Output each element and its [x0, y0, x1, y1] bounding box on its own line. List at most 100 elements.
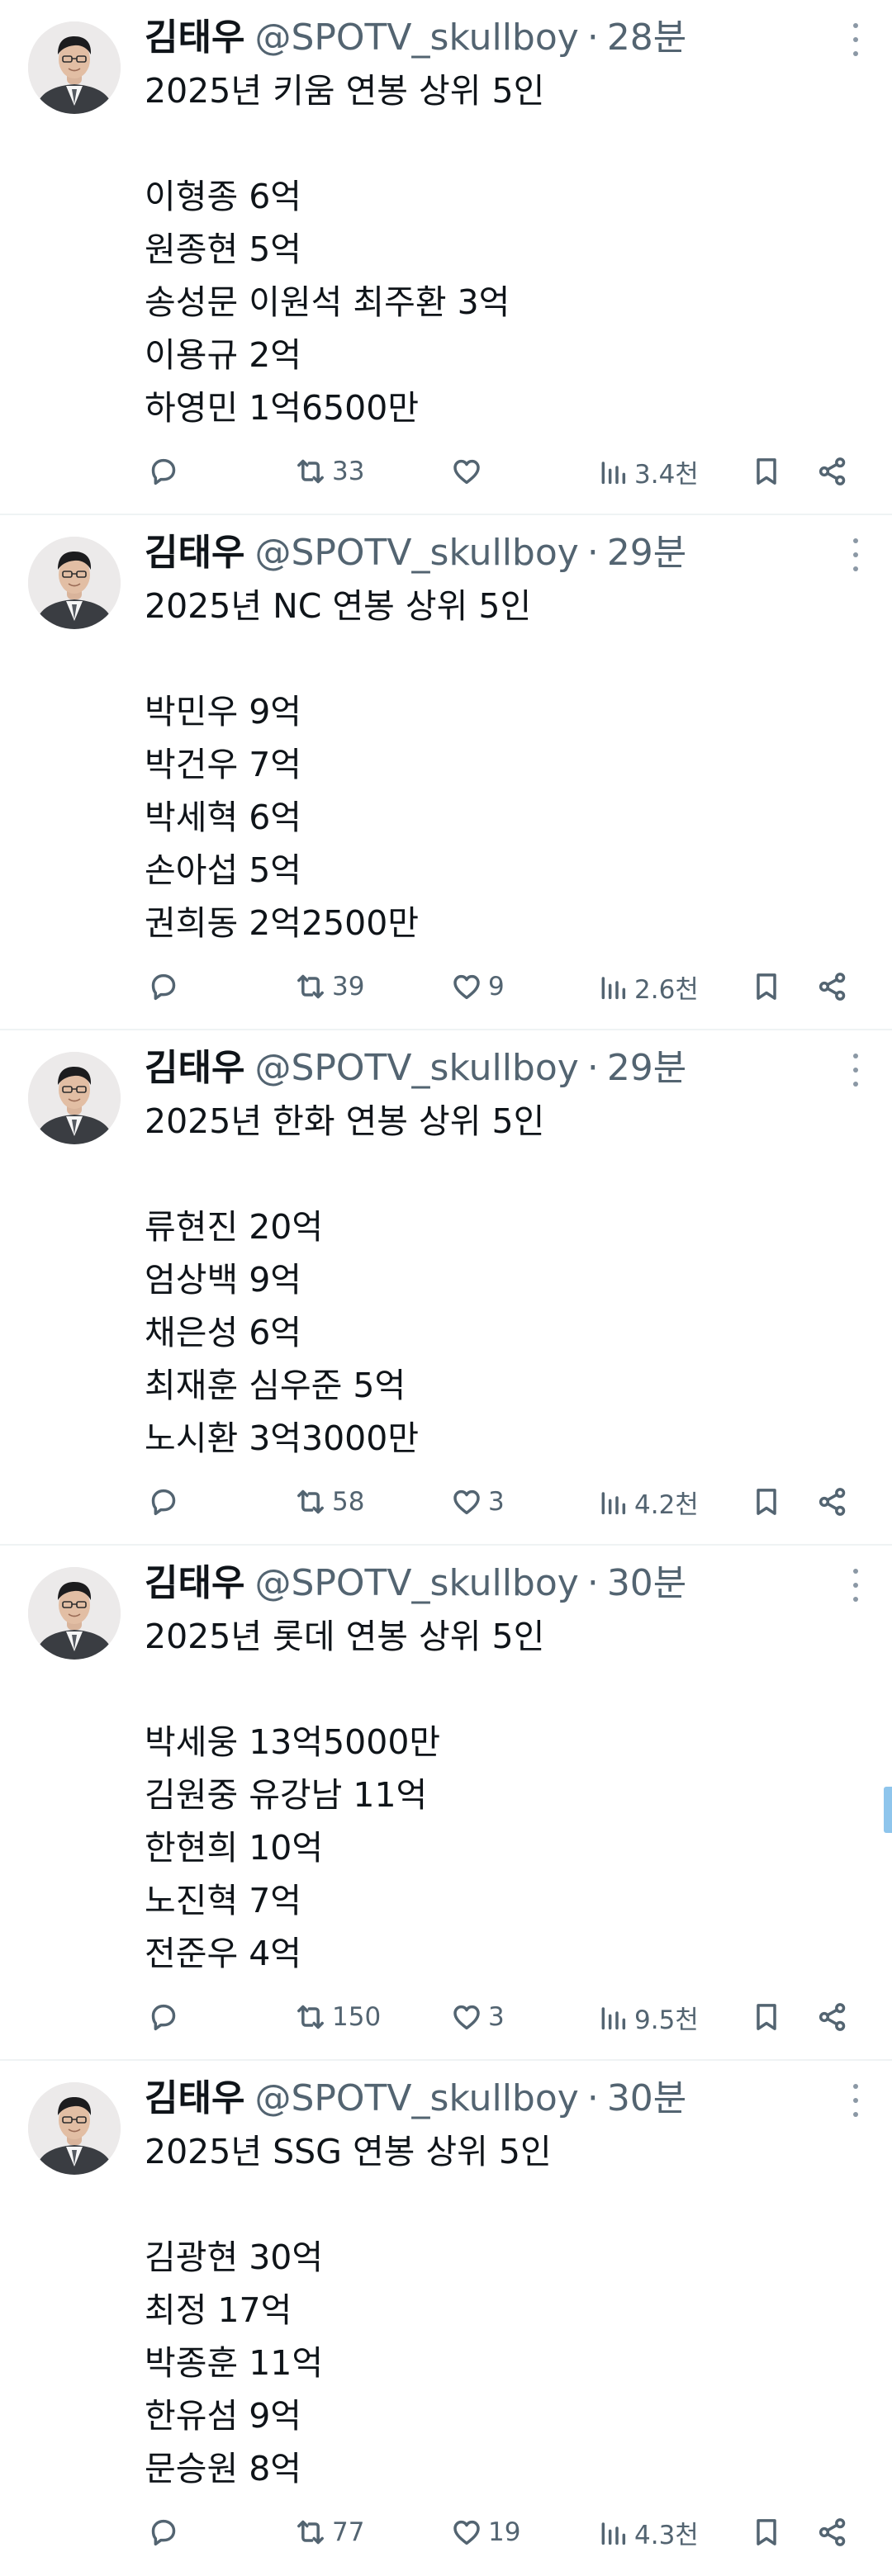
author-handle[interactable]: @SPOTV_skullboy [254, 1560, 578, 1607]
tweet-text-line: 박종훈 11억 [145, 2343, 324, 2383]
author-name[interactable]: 김태우 [145, 530, 244, 576]
author-name[interactable]: 김태우 [145, 15, 244, 61]
bookmark-button[interactable] [750, 1996, 783, 2039]
bookmark-icon [757, 2519, 776, 2545]
bookmark-icon [757, 1489, 776, 1515]
author-name[interactable]: 김태우 [145, 1560, 244, 1607]
retweet-icon [297, 974, 324, 999]
tweet-text-line: 류현진 20억 [145, 1207, 324, 1247]
more-icon[interactable] [847, 2084, 864, 2117]
more-icon[interactable] [847, 1569, 864, 1602]
tweet-text-line: 최재훈 심우준 5억 [145, 1366, 406, 1405]
tweet-text-line: 이형종 6억 [145, 177, 301, 216]
share-button[interactable] [816, 450, 849, 493]
tweet-text-line: 김원중 유강남 11억 [145, 1775, 428, 1815]
heart-icon [453, 2520, 480, 2545]
like-button[interactable] [450, 450, 488, 493]
tweet-text-line: 손아섭 5억 [145, 850, 301, 890]
bookmark-icon [757, 2004, 776, 2030]
tweet-text-line: 전준우 4억 [145, 1934, 301, 1973]
views-button[interactable]: 4.2천 [596, 1480, 699, 1523]
heart-icon [453, 1489, 480, 1515]
tweet-text-line: 2025년 NC 연봉 상위 5인 [145, 586, 532, 626]
tweet-text-line: 엄상백 9억 [145, 1260, 301, 1300]
tweet[interactable]: 김태우 @SPOTV_skullboy · 28분 2025년 키움 연봉 상위… [0, 0, 892, 515]
action-bar: 77 19 4.3천 [0, 2511, 892, 2554]
avatar[interactable] [28, 1567, 121, 1660]
share-icon [818, 2003, 846, 2031]
bookmark-button[interactable] [750, 450, 783, 493]
like-button[interactable]: 3 [450, 1996, 505, 2039]
author-handle[interactable]: @SPOTV_skullboy [254, 1045, 578, 1091]
views-button[interactable]: 2.6천 [596, 965, 699, 1008]
scrollbar-thumb[interactable] [884, 1787, 892, 1833]
timestamp[interactable]: 30분 [607, 1560, 686, 1607]
author-handle[interactable]: @SPOTV_skullboy [254, 530, 578, 576]
reply-button[interactable] [147, 1996, 185, 2039]
author-handle[interactable]: @SPOTV_skullboy [254, 2076, 578, 2122]
tweet-text-line: 원종현 5억 [145, 230, 301, 269]
retweet-button[interactable]: 39 [294, 965, 364, 1008]
more-icon[interactable] [847, 23, 864, 56]
avatar-image [28, 2082, 121, 2175]
tweet-text-line: 최정 17억 [145, 2290, 292, 2330]
tweet[interactable]: 김태우 @SPOTV_skullboy · 30분 2025년 SSG 연봉 상… [0, 2061, 892, 2576]
reply-button[interactable] [147, 450, 185, 493]
like-button[interactable]: 3 [450, 1480, 505, 1523]
avatar[interactable] [28, 1052, 121, 1144]
share-button[interactable] [816, 965, 849, 1008]
share-button[interactable] [816, 1996, 849, 2039]
retweet-count: 77 [332, 2517, 365, 2547]
bookmark-button[interactable] [750, 1480, 783, 1523]
bookmark-button[interactable] [750, 965, 783, 1008]
views-button[interactable]: 3.4천 [596, 450, 699, 493]
tweet-text-line: 한현희 10억 [145, 1828, 324, 1868]
tweet-text-line: 한유섬 9억 [145, 2396, 301, 2436]
tweet-header: 김태우 @SPOTV_skullboy · 29분 [145, 530, 686, 576]
tweet[interactable]: 김태우 @SPOTV_skullboy · 29분 2025년 NC 연봉 상위… [0, 515, 892, 1030]
timestamp[interactable]: 30분 [607, 2076, 686, 2122]
share-button[interactable] [816, 1480, 849, 1523]
timestamp[interactable]: 28분 [607, 15, 686, 61]
tweet-text: 2025년 롯데 연봉 상위 5인 박세웅 13억5000만 김원중 유강남 11억… [145, 1610, 855, 1980]
views-button[interactable]: 9.5천 [596, 1996, 699, 2039]
reply-button[interactable] [147, 2511, 185, 2554]
bookmark-button[interactable] [750, 2511, 783, 2554]
view-count: 4.2천 [634, 1489, 699, 1520]
avatar-image [28, 1052, 121, 1144]
retweet-button[interactable]: 77 [294, 2511, 364, 2554]
timestamp[interactable]: 29분 [607, 1045, 686, 1091]
author-handle[interactable]: @SPOTV_skullboy [254, 15, 578, 61]
views-button[interactable]: 4.3천 [596, 2511, 699, 2554]
tweet[interactable]: 김태우 @SPOTV_skullboy · 30분 2025년 롯데 연봉 상위… [0, 1546, 892, 2061]
avatar[interactable] [28, 537, 121, 629]
avatar[interactable] [28, 21, 121, 114]
tweet-text-line: 송성문 이원석 최주환 3억 [145, 282, 510, 322]
retweet-button[interactable]: 58 [294, 1480, 364, 1523]
tweet-text: 2025년 NC 연봉 상위 5인 박민우 9억 박건우 7억 박세혁 6억 손아섭 5… [145, 580, 855, 949]
retweet-button[interactable]: 150 [294, 1996, 381, 2039]
share-icon [818, 2518, 846, 2546]
more-icon[interactable] [847, 1054, 864, 1087]
views-icon [601, 977, 626, 1000]
author-name[interactable]: 김태우 [145, 2076, 244, 2122]
like-button[interactable]: 19 [450, 2511, 520, 2554]
avatar[interactable] [28, 2082, 121, 2175]
heart-icon [453, 459, 480, 485]
timestamp[interactable]: 29분 [607, 530, 686, 576]
reply-button[interactable] [147, 1480, 185, 1523]
tweet-list: 김태우 @SPOTV_skullboy · 28분 2025년 키움 연봉 상위… [0, 0, 892, 2576]
tweet-text-line: 2025년 롯데 연봉 상위 5인 [145, 1617, 545, 1656]
more-icon[interactable] [847, 538, 864, 571]
tweet-text-line: 김광현 30억 [145, 2237, 324, 2277]
views-icon [601, 1492, 626, 1515]
tweet[interactable]: 김태우 @SPOTV_skullboy · 29분 2025년 한화 연봉 상위… [0, 1030, 892, 1546]
separator-dot: · [586, 17, 599, 59]
retweet-button[interactable]: 33 [294, 450, 364, 493]
author-name[interactable]: 김태우 [145, 1045, 244, 1091]
share-button[interactable] [816, 2511, 849, 2554]
like-button[interactable]: 9 [450, 965, 505, 1008]
reply-icon [151, 458, 176, 485]
action-bar: 39 9 2.6천 [0, 965, 892, 1008]
reply-button[interactable] [147, 965, 185, 1008]
